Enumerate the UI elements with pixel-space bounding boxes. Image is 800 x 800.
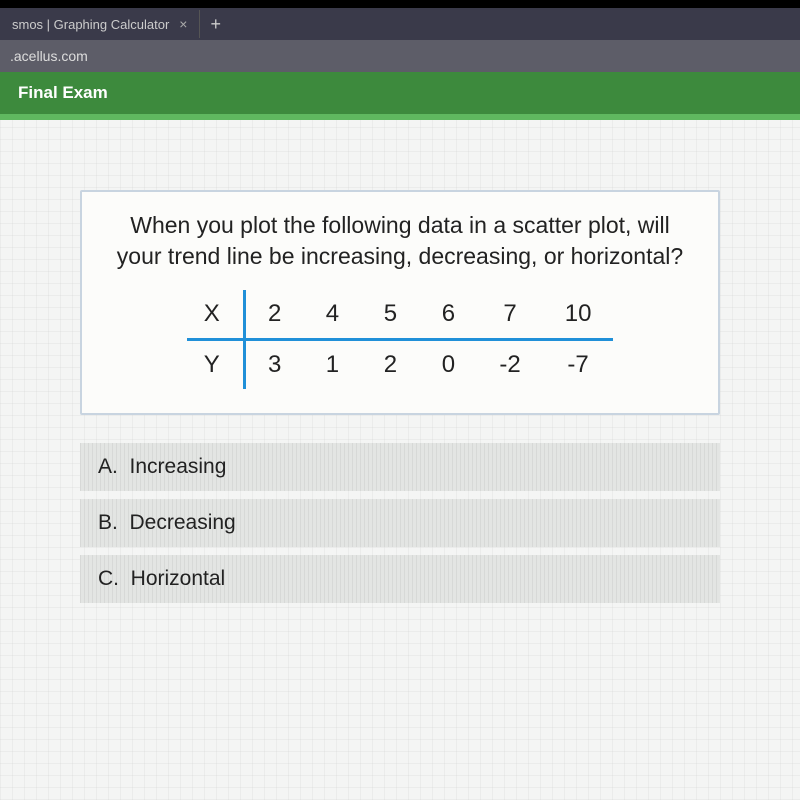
y-value: -2 — [477, 340, 542, 390]
close-icon[interactable]: × — [179, 16, 187, 32]
table-row-y: Y 3 1 2 0 -2 -7 — [187, 340, 614, 390]
y-value: 1 — [303, 340, 361, 390]
x-value: 7 — [477, 290, 542, 340]
answer-option-b[interactable]: B. Decreasing — [80, 499, 720, 547]
new-tab-button[interactable]: + — [200, 14, 231, 35]
page-title: Final Exam — [18, 83, 108, 103]
y-value: 0 — [419, 340, 477, 390]
answer-letter: A. — [98, 455, 118, 478]
browser-tab[interactable]: smos | Graphing Calculator × — [0, 10, 200, 38]
page-header: Final Exam — [0, 72, 800, 114]
x-value: 10 — [543, 290, 614, 340]
answer-option-a[interactable]: A. Increasing — [80, 443, 720, 491]
x-value: 5 — [361, 290, 419, 340]
content-area: When you plot the following data in a sc… — [0, 120, 800, 800]
y-label: Y — [187, 340, 245, 390]
question-prompt: When you plot the following data in a sc… — [106, 210, 694, 272]
y-value: 2 — [361, 340, 419, 390]
x-label: X — [187, 290, 245, 340]
y-value: 3 — [245, 340, 304, 390]
answer-text: Increasing — [130, 455, 227, 478]
question-card: When you plot the following data in a sc… — [80, 190, 720, 415]
answer-list: A. Increasing B. Decreasing C. Horizonta… — [80, 443, 720, 603]
answer-option-c[interactable]: C. Horizontal — [80, 555, 720, 603]
window-top-border — [0, 0, 800, 8]
x-value: 2 — [245, 290, 304, 340]
table-row-x: X 2 4 5 6 7 10 — [187, 290, 614, 340]
data-table: X 2 4 5 6 7 10 Y 3 1 2 0 -2 -7 — [187, 290, 614, 389]
answer-letter: B. — [98, 511, 118, 534]
answer-text: Decreasing — [130, 511, 236, 534]
x-value: 4 — [303, 290, 361, 340]
x-value: 6 — [419, 290, 477, 340]
answer-letter: C. — [98, 567, 119, 590]
tab-title: smos | Graphing Calculator — [12, 17, 169, 32]
address-bar[interactable]: .acellus.com — [0, 40, 800, 72]
y-value: -7 — [543, 340, 614, 390]
answer-text: Horizontal — [131, 567, 226, 590]
browser-tab-bar: smos | Graphing Calculator × + — [0, 8, 800, 40]
url-text: .acellus.com — [10, 48, 88, 64]
